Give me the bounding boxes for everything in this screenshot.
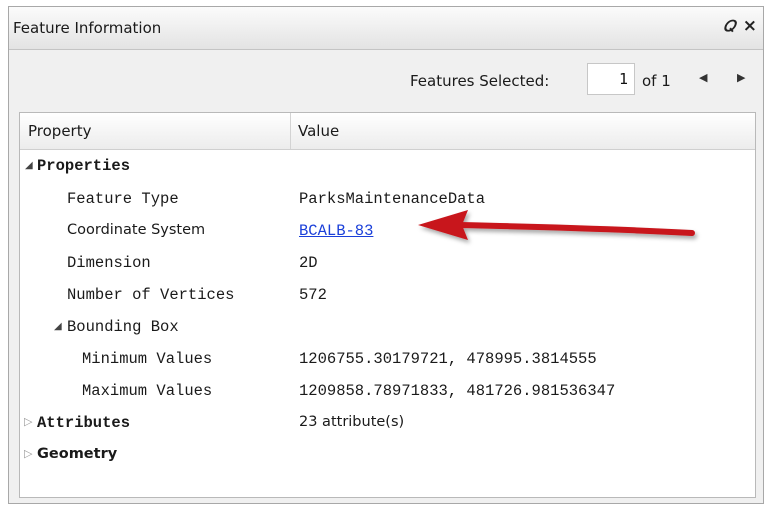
feature-index-input[interactable]	[587, 63, 635, 95]
collapsed-triangle-icon[interactable]: ▷	[24, 415, 32, 428]
close-icon[interactable]: ×	[743, 16, 757, 36]
property-row-vertices[interactable]: Number of Vertices 572	[20, 280, 755, 312]
property-value: 572	[299, 286, 327, 304]
selection-toolbar: Features Selected: of 1 ◀ ▶	[9, 50, 763, 110]
features-selected-label: Features Selected:	[410, 72, 550, 90]
triangle-right-icon[interactable]: ▶	[737, 71, 745, 84]
expanded-triangle-icon[interactable]: ◢	[54, 321, 62, 332]
group-label: Geometry	[37, 446, 118, 462]
coordinate-system-link[interactable]: BCALB-83	[299, 222, 373, 240]
property-row-maximum-values[interactable]: Maximum Values 1209858.78971833, 481726.…	[20, 376, 755, 408]
property-grid: Property Value ◢ Properties Feature Type…	[19, 112, 756, 498]
column-divider[interactable]	[290, 113, 291, 149]
property-name: Number of Vertices	[67, 286, 235, 304]
property-name: Dimension	[67, 254, 151, 272]
property-row-coordinate-system[interactable]: Coordinate System BCALB-83	[20, 216, 755, 248]
property-value: 1209858.78971833, 481726.981536347	[299, 382, 616, 400]
property-row-dimension[interactable]: Dimension 2D	[20, 248, 755, 280]
panel-title: Feature Information	[13, 19, 162, 37]
panel-titlebar: Feature Information 𝑄 ×	[9, 7, 763, 50]
property-name: Maximum Values	[82, 382, 213, 400]
group-label: Properties	[37, 157, 131, 175]
group-row-properties[interactable]: ◢ Properties	[20, 151, 755, 183]
group-label: Bounding Box	[67, 318, 179, 336]
property-name: Feature Type	[67, 190, 179, 208]
property-name: Coordinate System	[67, 222, 206, 238]
group-label: Attributes	[37, 414, 131, 432]
column-header-value[interactable]: Value	[298, 122, 339, 140]
feature-information-panel: Feature Information 𝑄 × Features Selecte…	[8, 6, 764, 504]
group-row-bounding-box[interactable]: ◢ Bounding Box	[20, 312, 755, 344]
property-row-feature-type[interactable]: Feature Type ParksMaintenanceData	[20, 184, 755, 216]
triangle-left-icon[interactable]: ◀	[699, 71, 707, 84]
property-value: 23 attribute(s)	[299, 414, 405, 430]
group-row-geometry[interactable]: ▷ Geometry	[20, 440, 755, 472]
collapsed-triangle-icon[interactable]: ▷	[24, 447, 32, 460]
expanded-triangle-icon[interactable]: ◢	[25, 160, 33, 171]
feature-count-label: of 1	[642, 72, 671, 90]
group-row-attributes[interactable]: ▷ Attributes 23 attribute(s)	[20, 408, 755, 440]
property-value: ParksMaintenanceData	[299, 190, 486, 208]
property-value: 1206755.30179721, 478995.3814555	[299, 350, 597, 368]
property-name: Minimum Values	[82, 350, 213, 368]
property-row-minimum-values[interactable]: Minimum Values 1206755.30179721, 478995.…	[20, 344, 755, 376]
property-value: 2D	[299, 254, 318, 272]
float-window-icon[interactable]: 𝑄	[723, 17, 735, 35]
column-header-property[interactable]: Property	[28, 122, 91, 140]
grid-header: Property Value	[20, 113, 755, 150]
